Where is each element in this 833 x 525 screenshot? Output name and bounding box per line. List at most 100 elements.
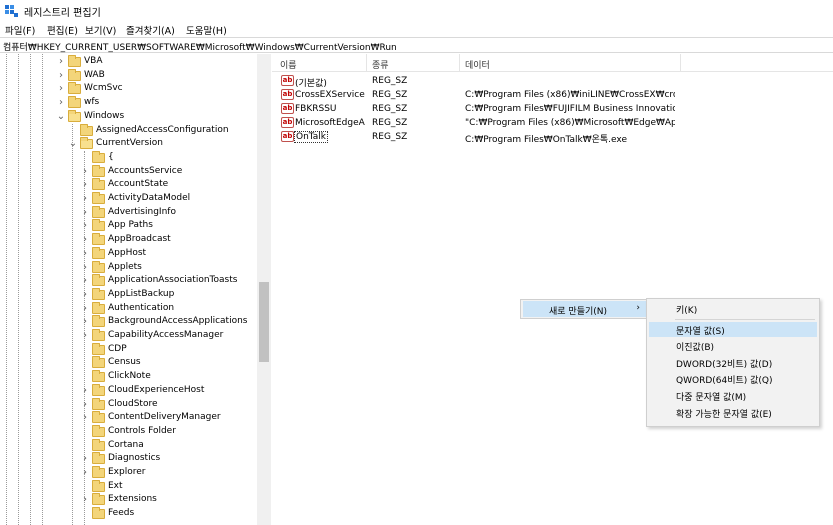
address-path[interactable]: 컴퓨터₩HKEY_CURRENT_USER₩SOFTWARE₩Microsoft… (3, 40, 397, 53)
submenu-item-binary-value[interactable]: 이진값(B) (649, 338, 817, 353)
list-row-focused[interactable]: ab OnTalk REG_SZ C:₩Program Files₩OnTalk… (272, 130, 833, 145)
submenu-item-string-value[interactable]: 문자열 값(S) (649, 322, 817, 337)
tree-item[interactable]: Cortana (0, 438, 256, 453)
tree-item[interactable]: ClickNote (0, 370, 256, 384)
tree-item-label: ContentDeliveryManager (108, 412, 221, 423)
tree-item[interactable]: › AppHost (0, 246, 256, 261)
chevron-right-icon[interactable]: › (56, 83, 66, 94)
list-row[interactable]: ab MicrosoftEdgeA... REG_SZ "C:₩Program … (272, 116, 833, 130)
tree-item[interactable]: › CloudStore (0, 397, 256, 412)
tree-item[interactable]: › WAB (0, 68, 256, 83)
tree-item[interactable]: › App Paths (0, 219, 256, 233)
menu-help[interactable]: 도움말(H) (184, 23, 229, 37)
chevron-right-icon[interactable]: › (80, 248, 90, 259)
tree-item-label: CapabilityAccessManager (108, 330, 224, 340)
tree-item[interactable]: › ApplicationAssociationToasts (0, 274, 256, 288)
chevron-right-icon[interactable]: › (56, 56, 66, 67)
tree-scroll-thumb[interactable] (259, 282, 269, 362)
tree-item[interactable]: Census (0, 356, 256, 370)
tree-item-label: Feeds (108, 508, 135, 519)
tree-item[interactable]: › Explorer (0, 466, 256, 480)
column-separator[interactable] (680, 54, 681, 72)
values-list[interactable]: 이름 종류 데이터 ab (기본값) REG_SZ ab CrossEXServ… (272, 54, 833, 525)
chevron-right-icon[interactable]: › (80, 193, 90, 204)
chevron-right-icon[interactable]: › (80, 207, 90, 218)
column-separator[interactable] (459, 54, 460, 72)
chevron-right-icon[interactable]: › (80, 467, 90, 478)
submenu-item-qword-value[interactable]: QWORD(64비트) 값(Q) (649, 371, 817, 386)
tree-item[interactable]: › Authentication (0, 301, 256, 316)
submenu-item-key[interactable]: 키(K) (649, 301, 817, 316)
tree-item[interactable]: › AccountsService (0, 164, 256, 179)
chevron-right-icon[interactable]: › (80, 399, 90, 410)
tree-item[interactable]: › AppListBackup (0, 287, 256, 302)
tree-item[interactable]: ⌄ Windows (0, 109, 256, 124)
chevron-down-icon[interactable]: ⌄ (68, 138, 78, 149)
tree-item[interactable]: › AppBroadcast (0, 233, 256, 247)
chevron-right-icon[interactable]: › (56, 97, 66, 108)
new-menu-item[interactable]: 새로 만들기(N) › (523, 301, 647, 317)
menu-separator (675, 319, 815, 320)
chevron-right-icon[interactable]: › (80, 494, 90, 505)
window-title: 레지스트리 편집기 (24, 8, 101, 19)
new-menu-label: 새로 만들기(N) (549, 307, 608, 317)
submenu-item-dword-value[interactable]: DWORD(32비트) 값(D) (649, 355, 817, 370)
tree-item[interactable]: Ext (0, 479, 256, 494)
column-type-header[interactable]: 종류 (372, 58, 389, 71)
chevron-right-icon[interactable]: › (80, 303, 90, 314)
column-name-header[interactable]: 이름 (280, 58, 297, 71)
chevron-right-icon[interactable]: › (80, 166, 90, 177)
tree-item[interactable]: › AccountState (0, 178, 256, 192)
chevron-right-icon[interactable]: › (80, 385, 90, 396)
chevron-right-icon[interactable]: › (80, 275, 90, 286)
tree-item[interactable]: › Extensions (0, 493, 256, 507)
chevron-right-icon[interactable]: › (80, 234, 90, 245)
chevron-right-icon[interactable]: › (80, 316, 90, 327)
menu-favorites[interactable]: 즐겨찾기(A) (124, 23, 177, 37)
folder-icon (68, 68, 81, 81)
chevron-right-icon[interactable]: › (80, 179, 90, 190)
tree-item-label: AccountState (108, 179, 169, 190)
tree-item[interactable]: › AdvertisingInfo (0, 205, 256, 220)
chevron-right-icon[interactable]: › (56, 70, 66, 81)
chevron-down-icon[interactable]: ⌄ (56, 111, 66, 122)
submenu-item-expandable-string-value[interactable]: 확장 가능한 문자열 값(E) (649, 405, 817, 420)
tree-item[interactable]: { (0, 150, 256, 165)
tree-item[interactable]: › BackgroundAccessApplications (0, 315, 256, 329)
tree-item[interactable]: › ActivityDataModel (0, 192, 256, 206)
chevron-right-icon[interactable]: › (80, 330, 90, 341)
menu-edit[interactable]: 편집(E) (45, 23, 80, 37)
folder-icon (92, 466, 105, 478)
tree-item[interactable]: AssignedAccessConfiguration (0, 123, 256, 138)
tree-item[interactable]: Feeds (0, 507, 256, 521)
tree-item[interactable]: › VBA (0, 55, 256, 69)
chevron-right-icon[interactable]: › (80, 453, 90, 464)
chevron-right-icon[interactable]: › (80, 220, 90, 231)
list-row[interactable]: ab FBKRSSU REG_SZ C:₩Program Files₩FUJIF… (272, 102, 833, 116)
tree-item-label: Authentication (108, 302, 175, 313)
column-separator[interactable] (366, 54, 367, 72)
address-bar[interactable]: 컴퓨터₩HKEY_CURRENT_USER₩SOFTWARE₩Microsoft… (0, 37, 833, 53)
menu-file[interactable]: 파일(F) (3, 23, 37, 37)
tree-scrollbar[interactable] (257, 54, 271, 525)
tree-item[interactable]: ⌄ CurrentVersion (0, 137, 256, 151)
submenu-item-multi-string-value[interactable]: 다중 문자열 값(M) (649, 388, 817, 403)
tree-item[interactable]: Controls Folder (0, 424, 256, 439)
value-type: REG_SZ (372, 132, 408, 142)
registry-tree[interactable]: › VBA › WAB › WcmSvc › wfs ⌄ Windows AssignedAcces… (0, 54, 271, 525)
tree-item[interactable]: › ContentDeliveryManager (0, 411, 256, 425)
tree-item[interactable]: › Diagnostics (0, 452, 256, 466)
tree-item[interactable]: › CloudExperienceHost (0, 383, 256, 398)
list-row[interactable]: ab CrossEXService REG_SZ C:₩Program File… (272, 88, 833, 102)
tree-item[interactable]: › CapabilityAccessManager (0, 329, 256, 343)
chevron-right-icon[interactable]: › (80, 262, 90, 273)
tree-item[interactable]: › wfs (0, 96, 256, 110)
tree-item[interactable]: › WcmSvc (0, 82, 256, 96)
menu-view[interactable]: 보기(V) (83, 23, 118, 37)
list-row[interactable]: ab (기본값) REG_SZ (272, 74, 833, 89)
chevron-right-icon[interactable]: › (80, 289, 90, 300)
tree-item[interactable]: › Applets (0, 260, 256, 275)
column-data-header[interactable]: 데이터 (465, 58, 490, 71)
tree-item[interactable]: CDP (0, 342, 256, 357)
chevron-right-icon[interactable]: › (80, 412, 90, 423)
